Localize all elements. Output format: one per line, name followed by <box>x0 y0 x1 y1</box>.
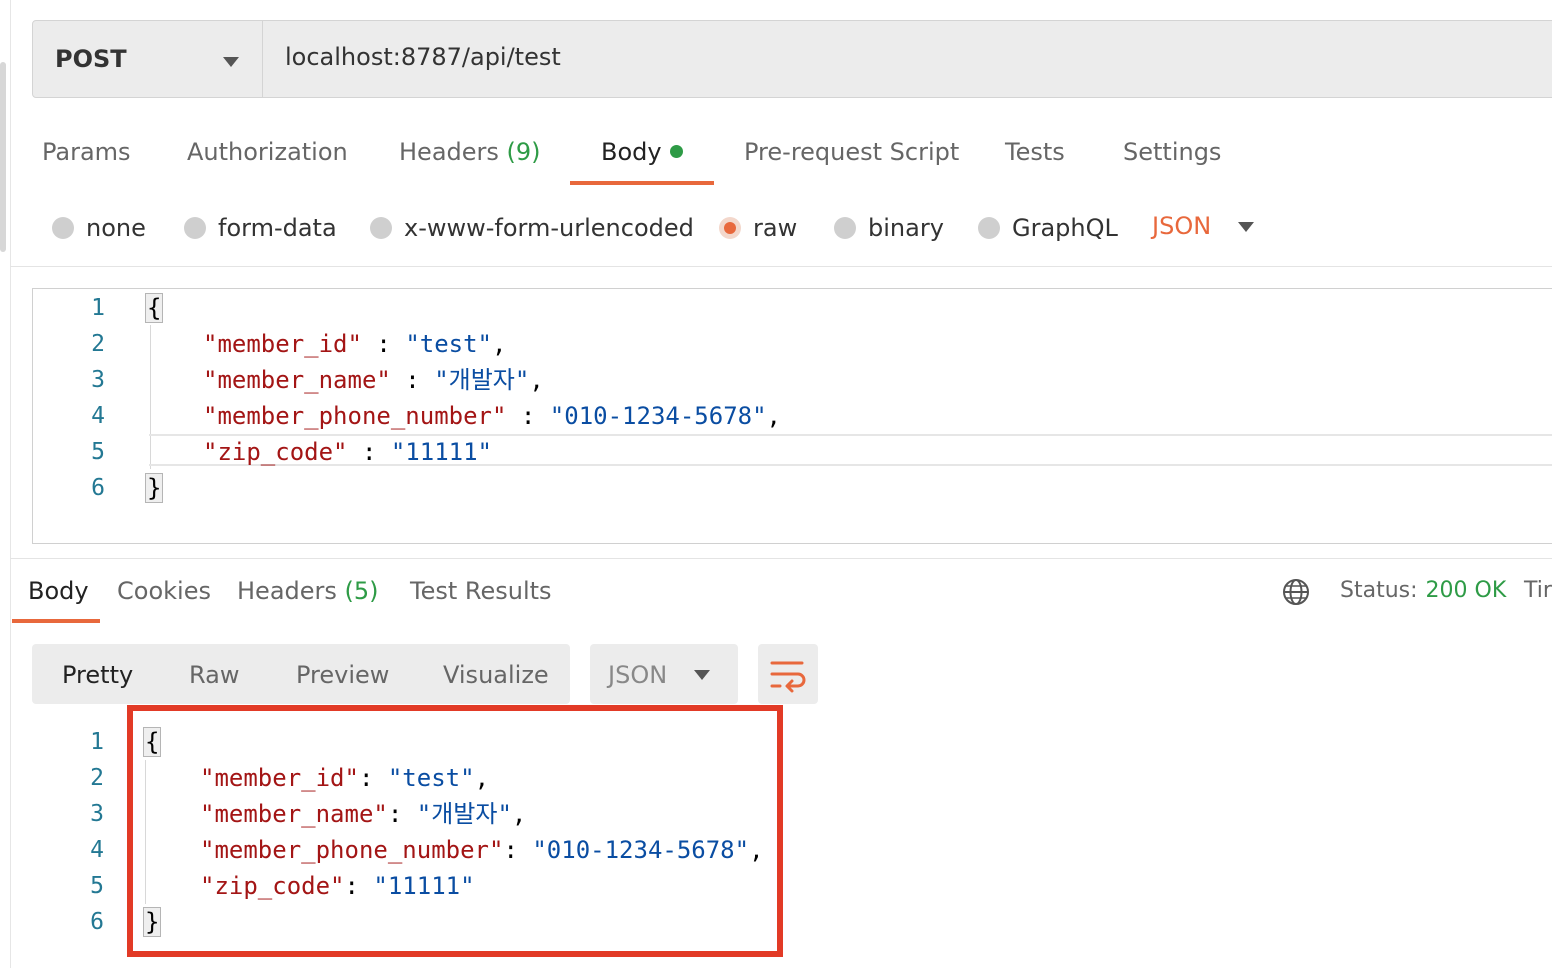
radio-binary[interactable]: binary <box>834 212 944 244</box>
highlight-box <box>127 705 783 957</box>
json-value: "개발자" <box>434 366 530 394</box>
tab-headers-label: Headers <box>399 138 499 166</box>
radio-none[interactable]: none <box>52 212 146 244</box>
close-brace: } <box>145 473 164 503</box>
json-key: "member_name" <box>203 366 391 394</box>
radio-form-data[interactable]: form-data <box>184 212 337 244</box>
code-line: } <box>145 470 164 506</box>
chevron-down-icon <box>694 670 710 680</box>
line-number: 5 <box>90 873 104 899</box>
line-number: 4 <box>91 403 105 429</box>
radio-circle <box>52 217 74 239</box>
radio-circle <box>978 217 1000 239</box>
json-value: "010-1234-5678" <box>549 402 767 430</box>
tab-tests[interactable]: Tests <box>1005 138 1065 166</box>
radio-circle <box>370 217 392 239</box>
line-number: 1 <box>90 729 104 755</box>
radio-circle <box>834 217 856 239</box>
method-select[interactable]: POST <box>33 21 263 97</box>
line-number: 6 <box>90 909 104 935</box>
response-time-label: Tir <box>1524 578 1552 603</box>
json-comma: , <box>766 402 781 430</box>
tab-params[interactable]: Params <box>42 138 131 166</box>
request-bar: POST localhost:8787/api/test <box>32 20 1552 98</box>
json-sep: : <box>347 438 391 466</box>
response-tab-body[interactable]: Body <box>28 577 89 605</box>
line-number: 2 <box>90 765 104 791</box>
code-line: "member_id" : "test", <box>203 326 506 362</box>
json-sep: : <box>390 366 435 394</box>
code-line: { <box>145 290 164 326</box>
request-body-editor[interactable]: 1 2 3 4 5 6 { "member_id" : "test", "mem… <box>32 288 1552 544</box>
line-number: 4 <box>90 837 104 863</box>
radio-circle-selected <box>719 217 741 239</box>
line-number: 1 <box>91 295 105 321</box>
open-brace: { <box>145 293 164 323</box>
line-number: 5 <box>91 439 105 465</box>
response-tab-headers[interactable]: Headers (5) <box>237 577 379 605</box>
json-key: "zip_code" <box>203 438 348 466</box>
wrap-lines-button[interactable] <box>758 644 818 704</box>
radio-circle <box>184 217 206 239</box>
tab-authorization[interactable]: Authorization <box>187 138 348 166</box>
radio-label: binary <box>868 214 944 242</box>
response-tab-test-results[interactable]: Test Results <box>410 577 552 605</box>
json-value: "11111" <box>390 438 493 466</box>
view-preview-button[interactable]: Preview <box>296 661 389 689</box>
view-raw-button[interactable]: Raw <box>189 661 239 689</box>
line-number: 2 <box>91 331 105 357</box>
chevron-down-icon[interactable] <box>1238 222 1254 232</box>
globe-icon[interactable] <box>1282 578 1310 606</box>
chevron-down-icon <box>223 57 239 67</box>
tab-body-label: Body <box>601 138 662 166</box>
json-value: "test" <box>405 330 493 358</box>
body-format-select[interactable]: JSON <box>1152 212 1211 240</box>
method-label: POST <box>55 45 127 73</box>
json-key: "member_id" <box>203 330 362 358</box>
radio-label: GraphQL <box>1012 214 1118 242</box>
response-status: Status: 200 OK <box>1340 578 1506 603</box>
url-input[interactable]: localhost:8787/api/test <box>285 43 561 71</box>
active-tab-underline <box>570 181 714 185</box>
radio-label: form-data <box>218 214 337 242</box>
headers-count: (9) <box>506 138 541 166</box>
json-comma: , <box>492 330 507 358</box>
json-comma: , <box>529 366 544 394</box>
tab-settings[interactable]: Settings <box>1123 138 1221 166</box>
view-pretty-button[interactable]: Pretty <box>62 661 133 689</box>
response-format-label: JSON <box>608 661 668 689</box>
tab-headers[interactable]: Headers (9) <box>399 138 541 166</box>
status-label: Status: <box>1340 578 1418 603</box>
json-sep: : <box>506 402 550 430</box>
body-indicator-dot <box>669 144 683 158</box>
json-key: "member_phone_number" <box>203 402 507 430</box>
radio-raw[interactable]: raw <box>719 212 797 244</box>
response-view-toggle: Pretty Raw Preview Visualize <box>32 644 570 704</box>
json-sep: : <box>361 330 406 358</box>
divider <box>10 558 1552 559</box>
wrap-lines-icon <box>770 661 806 693</box>
radio-graphql[interactable]: GraphQL <box>978 212 1118 244</box>
line-number: 3 <box>90 801 104 827</box>
tab-body[interactable]: Body <box>601 138 683 166</box>
response-format-select[interactable]: JSON <box>590 644 738 704</box>
line-number: 3 <box>91 367 105 393</box>
view-visualize-button[interactable]: Visualize <box>443 661 549 689</box>
response-tab-cookies[interactable]: Cookies <box>117 577 211 605</box>
code-line: "member_phone_number" : "010-1234-5678", <box>203 398 781 434</box>
status-value[interactable]: 200 OK <box>1426 578 1507 603</box>
radio-label: x-www-form-urlencoded <box>404 214 694 242</box>
radio-label: none <box>86 214 146 242</box>
active-tab-underline <box>12 619 100 623</box>
line-number: 6 <box>91 475 105 501</box>
response-tab-headers-label: Headers <box>237 577 337 605</box>
divider <box>10 266 1552 267</box>
code-line: "zip_code" : "11111" <box>203 434 492 470</box>
radio-x-www-form-urlencoded[interactable]: x-www-form-urlencoded <box>370 212 694 244</box>
response-headers-count: (5) <box>344 577 379 605</box>
tab-pre-request-script[interactable]: Pre-request Script <box>744 138 959 166</box>
radio-label: raw <box>753 214 798 242</box>
sidebar-scrollbar[interactable] <box>0 62 6 252</box>
code-line: "member_name" : "개발자", <box>203 362 544 398</box>
